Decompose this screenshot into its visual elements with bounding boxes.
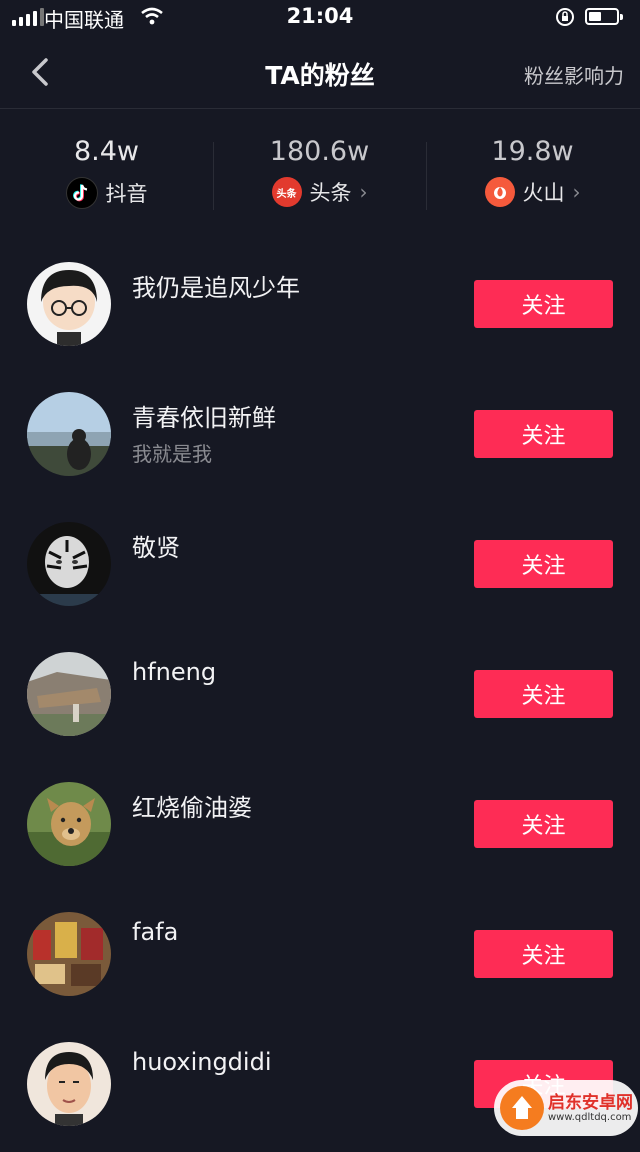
chevron-right-icon: › xyxy=(572,180,581,204)
battery-icon xyxy=(585,8,623,25)
follow-button[interactable]: 关注 xyxy=(474,540,613,588)
toutiao-logo-icon: 头条 xyxy=(271,177,302,207)
username: fafa xyxy=(132,918,179,946)
clock: 21:04 xyxy=(286,4,354,28)
username: 红烧偷油婆 xyxy=(132,794,252,822)
stat-huoshan[interactable]: 19.8w 火山 › xyxy=(426,136,639,207)
stat-platform: 头条 xyxy=(309,181,352,205)
chevron-right-icon: › xyxy=(359,180,368,204)
follow-button[interactable]: 关注 xyxy=(474,280,613,328)
watermark-title: 启东安卓网 xyxy=(548,1093,633,1113)
list-item[interactable]: 敬贤 关注 xyxy=(0,502,640,632)
list-item[interactable]: hfneng 关注 xyxy=(0,632,640,762)
follow-button[interactable]: 关注 xyxy=(474,410,613,458)
stat-platform: 抖音 xyxy=(105,182,148,206)
avatar[interactable] xyxy=(27,262,111,346)
avatar[interactable] xyxy=(27,392,111,476)
fan-influence-link[interactable]: 粉丝影响力 xyxy=(524,60,624,89)
avatar[interactable] xyxy=(27,652,111,736)
watermark-url: www.qdltdq.com xyxy=(548,1112,632,1123)
list-item[interactable]: 青春依旧新鲜 我就是我 关注 xyxy=(0,372,640,502)
follow-button[interactable]: 关注 xyxy=(474,800,613,848)
site-watermark: 启东安卓网 www.qdltdq.com xyxy=(490,1076,640,1138)
list-item[interactable]: 我仍是追风少年 关注 xyxy=(0,242,640,372)
username: 我仍是追风少年 xyxy=(132,274,300,302)
fan-stats: 8.4w 抖音 180.6w 头条 头条 › 19.8w 火山 › xyxy=(0,118,640,228)
user-signature: 我就是我 xyxy=(132,442,212,466)
avatar[interactable] xyxy=(27,782,111,866)
stat-douyin: 8.4w 抖音 xyxy=(0,136,213,209)
stat-platform: 火山 xyxy=(522,181,565,205)
username: hfneng xyxy=(132,658,217,686)
follow-button[interactable]: 关注 xyxy=(474,930,613,978)
avatar[interactable] xyxy=(27,1042,111,1126)
douyin-logo-icon xyxy=(65,177,98,209)
status-bar: 中国联通 21:04 xyxy=(0,0,640,36)
stat-value: 19.8w xyxy=(491,136,574,167)
username: 敬贤 xyxy=(132,534,180,562)
avatar[interactable] xyxy=(27,522,111,606)
orientation-lock-icon xyxy=(555,7,575,31)
username: 青春依旧新鲜 xyxy=(132,404,276,432)
list-item[interactable]: fafa 关注 xyxy=(0,892,640,1022)
stat-value: 180.6w xyxy=(269,136,370,167)
username: huoxingdidi xyxy=(132,1048,272,1076)
follow-button[interactable]: 关注 xyxy=(474,670,613,718)
stat-value: 8.4w xyxy=(73,136,140,167)
list-item[interactable]: 红烧偷油婆 关注 xyxy=(0,762,640,892)
nav-bar: TA的粉丝 粉丝影响力 xyxy=(0,36,640,109)
avatar[interactable] xyxy=(27,912,111,996)
stat-toutiao[interactable]: 180.6w 头条 头条 › xyxy=(213,136,426,207)
huoshan-logo-icon xyxy=(484,177,515,207)
toutiao-logo-text: 头条 xyxy=(276,188,297,200)
